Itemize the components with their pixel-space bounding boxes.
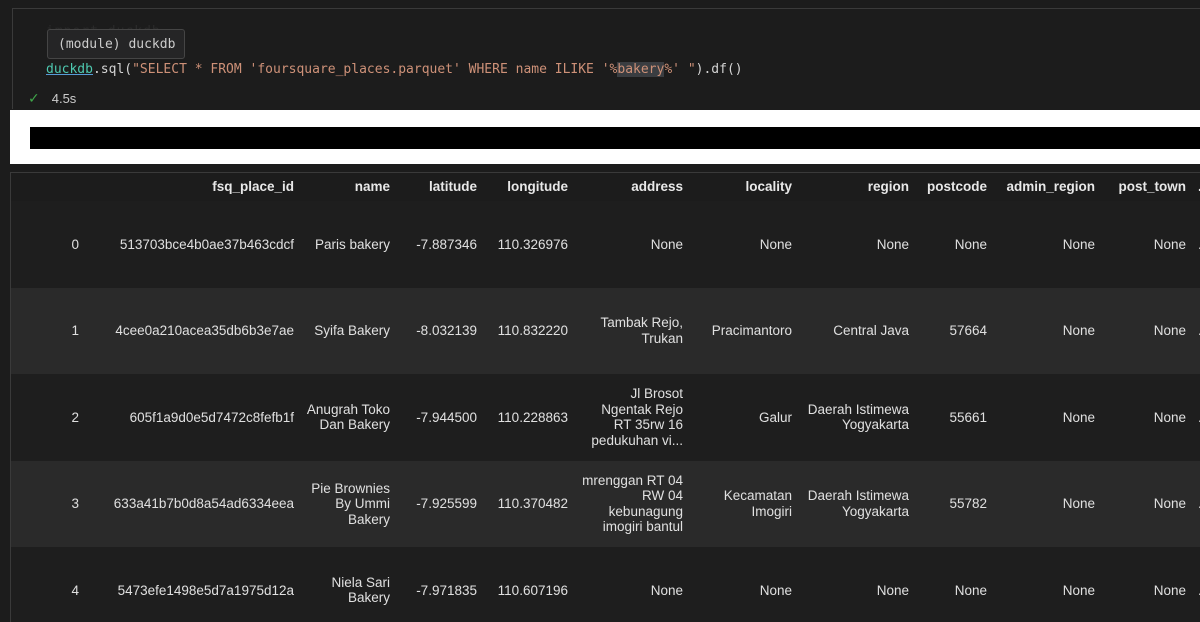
cell-locality: None <box>759 582 792 598</box>
table-row: 1 4cee0a210acea35db6b3e7ae Syifa Bakery -8.… <box>11 287 1200 375</box>
query-string-end: %' " <box>664 62 696 77</box>
cell-post-town: None <box>1153 496 1186 511</box>
redacted-output <box>10 110 1200 164</box>
cell-latitude: -7.925599 <box>416 496 477 511</box>
cell-postcode: 55661 <box>949 409 987 425</box>
cell-longitude: 110.370482 <box>497 496 568 511</box>
cell-name: Anugrah Toko Dan Bakery <box>306 401 390 433</box>
column-header: address <box>631 179 683 195</box>
cell-locality: Pracimantoro <box>711 323 792 338</box>
cell-longitude: 110.607196 <box>497 582 568 598</box>
cell-post-town: None <box>1153 323 1186 338</box>
row-index: 2 <box>71 409 79 425</box>
table-row: 2 605f1a9d0e5d7472c8fefb1f Anugrah Toko Da… <box>11 374 1200 461</box>
column-header <box>11 173 85 201</box>
cell-latitude: -7.971835 <box>416 582 477 598</box>
code-method: .sql( <box>92 62 133 77</box>
cell-longitude: 110.228863 <box>497 409 568 425</box>
cell-post-town: None <box>1153 236 1186 252</box>
truncated-cell: ... <box>1192 374 1200 461</box>
cell-locality: None <box>759 236 792 252</box>
cell-region: Daerah Istimewa Yogyakarta <box>807 488 909 519</box>
column-header: ... <box>1192 173 1200 201</box>
cell-latitude: -7.887346 <box>416 236 477 252</box>
column-header: fsq_place_id <box>212 179 294 195</box>
execution-duration: 4.5s <box>51 90 77 106</box>
row-index: 1 <box>71 323 79 338</box>
truncated-cell: ... <box>1192 288 1200 375</box>
table-header-row: fsq_place_id name latitude longitude address… <box>11 173 1200 201</box>
execution-status: ✓ 4.5s <box>28 89 76 107</box>
truncated-cell: ... <box>1192 201 1200 288</box>
query-string-start: "SELECT * FROM 'foursquare_places.parque… <box>132 62 618 77</box>
cell-admin-region: None <box>1062 496 1095 511</box>
cell-postcode: None <box>954 582 987 598</box>
row-index: 0 <box>71 236 79 252</box>
column-header: admin_region <box>1006 179 1095 195</box>
row-index: 4 <box>71 582 79 598</box>
redaction-bar <box>30 127 1200 149</box>
cell-name: Niela Sari Bakery <box>331 574 390 606</box>
cell-name: Pie Brownies By Ummi Bakery <box>311 480 390 527</box>
cell-address: None <box>650 236 683 252</box>
table-row: 3 633a41b7b0d8a54ad6334eea Pie Brownies By… <box>11 460 1200 548</box>
table-row: 4 5473efe1498e5d7a1975d12a Niela Sari Bake… <box>11 547 1200 622</box>
table-row: 0 513703bce4b0ae37b463cdcf Paris bakery -7.… <box>11 201 1200 288</box>
column-header: postcode <box>926 179 987 195</box>
dataframe-table: fsq_place_id name latitude longitude address… <box>11 173 1200 622</box>
module-name[interactable]: duckdb <box>46 62 93 77</box>
cell-post-town: None <box>1153 409 1186 425</box>
truncated-cell: ... <box>1192 461 1200 548</box>
column-header: longitude <box>507 179 568 195</box>
cell-postcode: None <box>954 236 987 252</box>
cell-fsq-place-id: 633a41b7b0d8a54ad6334eea <box>113 496 294 511</box>
code-suffix: ).df() <box>695 62 743 77</box>
column-header: locality <box>745 179 792 195</box>
row-index: 3 <box>71 496 79 511</box>
code-line[interactable]: duckdb.sql("SELECT * FROM 'foursquare_pl… <box>46 62 743 77</box>
cell-postcode: 57664 <box>949 323 987 338</box>
highlighted-word: bakery <box>617 62 665 77</box>
cell-longitude: 110.832220 <box>497 323 568 338</box>
cell-fsq-place-id: 513703bce4b0ae37b463cdcf <box>119 236 294 252</box>
cell-latitude: -8.032139 <box>416 323 477 338</box>
hover-tooltip: (module) duckdb <box>47 29 185 59</box>
cell-admin-region: None <box>1062 236 1095 252</box>
truncated-cell: ... <box>1192 547 1200 622</box>
cell-postcode: 55782 <box>949 496 987 511</box>
cell-fsq-place-id: 4cee0a210acea35db6b3e7ae <box>115 323 294 338</box>
cell-fsq-place-id: 5473efe1498e5d7a1975d12a <box>117 582 294 598</box>
cell-admin-region: None <box>1062 323 1095 338</box>
cell-locality: Galur <box>758 409 792 425</box>
column-header: region <box>867 179 909 195</box>
column-header: post_town <box>1118 179 1187 195</box>
cell-admin-region: None <box>1062 582 1095 598</box>
column-header: latitude <box>428 179 477 195</box>
column-header: name <box>354 179 390 195</box>
cell-fsq-place-id: 605f1a9d0e5d7472c8fefb1f <box>129 409 294 425</box>
cell-address: None <box>650 582 683 598</box>
cell-region: Daerah Istimewa Yogyakarta <box>807 401 909 433</box>
cell-locality: Kecamatan Imogiri <box>723 488 792 519</box>
cell-longitude: 110.326976 <box>497 236 568 252</box>
cell-region: Central Java <box>833 323 909 338</box>
dataframe-output: fsq_place_id name latitude longitude address… <box>10 172 1200 622</box>
cell-name: Paris bakery <box>314 236 390 252</box>
cell-address: mrenggan RT 04 RW 04 kebunagung imogiri … <box>582 472 683 535</box>
cell-address: Tambak Rejo, Trukan <box>600 315 683 346</box>
cell-post-town: None <box>1153 582 1186 598</box>
cell-region: None <box>876 582 909 598</box>
code-cell-border <box>12 8 1200 109</box>
cell-address: Jl Brosot Ngentak Rejo RT 35rw 16 peduku… <box>591 386 683 448</box>
cell-latitude: -7.944500 <box>416 409 477 425</box>
cell-region: None <box>876 236 909 252</box>
cell-name: Syifa Bakery <box>314 323 390 338</box>
check-icon: ✓ <box>28 89 40 106</box>
cell-admin-region: None <box>1062 409 1095 425</box>
